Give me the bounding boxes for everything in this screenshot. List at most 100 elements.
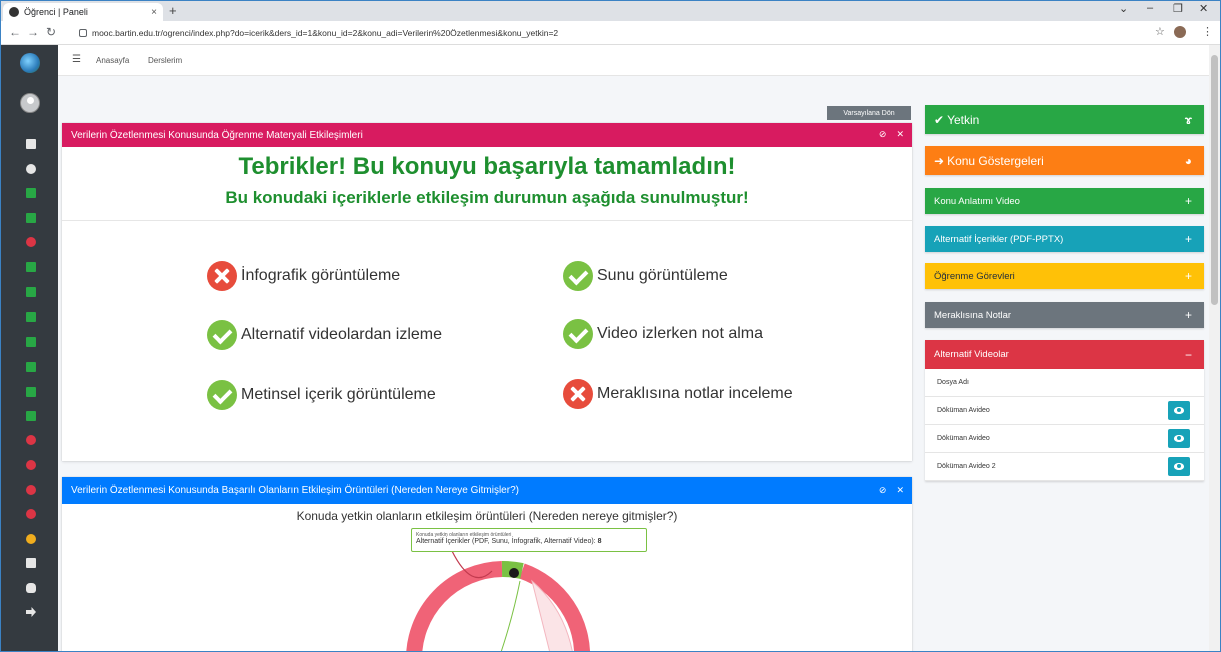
url-text: mooc.bartin.edu.tr/ogrenci/index.php?do=… [92, 27, 559, 38]
panel-label: Yetkin [947, 112, 980, 127]
reload-icon[interactable]: ↻ [46, 25, 56, 39]
user-avatar[interactable] [20, 93, 40, 113]
chart-tooltip: Konuda yetkin olanların etkileşim örüntü… [411, 528, 647, 552]
sidebar-question-icon[interactable] [26, 534, 36, 544]
sidebar-check-icon[interactable] [26, 188, 36, 198]
nav-link-courses[interactable]: Derslerim [148, 56, 182, 65]
new-tab-button[interactable]: + [169, 3, 177, 18]
sidebar-check-icon[interactable] [26, 387, 36, 397]
status-label: İnfografik görüntüleme [241, 267, 401, 284]
list-item: Döküman Avideo [925, 397, 1204, 425]
plus-icon[interactable]: + [1185, 269, 1192, 283]
app-logo[interactable] [20, 53, 40, 73]
cross-icon [563, 379, 593, 409]
tab-title: Öğrenci | Paneli [24, 7, 88, 17]
panel-alt-content[interactable]: Alternatif İçerikler (PDF-PPTX) + [925, 226, 1204, 252]
view-eye-button[interactable] [1168, 429, 1190, 448]
lock-icon [79, 28, 87, 37]
favicon-icon [9, 7, 19, 17]
scrollbar-thumb[interactable] [1211, 55, 1218, 305]
view-eye-button[interactable] [1168, 401, 1190, 420]
column-header: Dosya Adı [937, 379, 969, 386]
file-name: Döküman Avideo 2 [937, 463, 996, 470]
sidebar-bug-icon[interactable] [26, 583, 36, 593]
profile-avatar[interactable] [1174, 26, 1186, 38]
hamburger-menu-icon[interactable]: ☰ [72, 54, 81, 65]
help-icon[interactable]: ⊘ [879, 129, 887, 140]
file-name: Döküman Avideo [937, 407, 990, 414]
list-item: Döküman Avideo [925, 425, 1204, 453]
close-icon[interactable]: ✕ [896, 485, 904, 496]
congrats-subheading: Bu konudaki içeriklerle etkileşim durumu… [225, 188, 749, 207]
chord-arc-red[interactable] [406, 561, 503, 652]
sidebar-id-card-icon[interactable] [26, 558, 36, 568]
gauge-icon: ◕ [1184, 153, 1192, 168]
reset-default-button[interactable]: Varsayılana Dön [827, 106, 911, 120]
window-close-icon[interactable]: ✕ [1199, 2, 1208, 15]
video-list: Dosya Adı Döküman Avideo Döküman Avideo … [925, 369, 1204, 481]
status-label: Video izlerken not alma [597, 325, 764, 342]
chord-diagram[interactable] [392, 551, 592, 652]
plus-icon[interactable]: + [1185, 194, 1192, 208]
sidebar-dashboard-icon[interactable] [26, 164, 36, 174]
restore-icon[interactable]: ❐ [1173, 2, 1183, 15]
panel-label: Konu Anlatımı Video [934, 195, 1020, 207]
back-icon[interactable]: ← [9, 25, 21, 39]
panel-yetkin[interactable]: ✔ Yetkin ɤ [925, 105, 1204, 134]
plus-icon[interactable]: + [1185, 308, 1192, 322]
plus-icon[interactable]: + [1185, 232, 1192, 246]
list-item: Döküman Avideo 2 [925, 453, 1204, 481]
card-title: Verilerin Özetlenmesi Konusunda Öğrenme … [71, 129, 363, 141]
page-scrollbar[interactable] [1209, 45, 1220, 651]
panel-label: Alternatif Videolar [934, 349, 1009, 360]
sidebar-check-icon[interactable] [26, 262, 36, 272]
tab-strip: Öğrenci | Paneli × + ⌄ – ❐ ✕ [1, 1, 1220, 21]
sidebar-check-icon[interactable] [26, 312, 36, 322]
status-label: Alternatif videolardan izleme [241, 326, 442, 343]
sidebar-cross-icon[interactable] [26, 237, 36, 247]
forward-icon[interactable]: → [27, 25, 39, 39]
sidebar-check-icon[interactable] [26, 213, 36, 223]
chord-ribbon-line [500, 580, 521, 651]
sidebar-cross-icon[interactable] [26, 435, 36, 445]
minimize-icon[interactable]: – [1147, 2, 1153, 14]
tab-close-icon[interactable]: × [151, 7, 157, 18]
panel-topic-video[interactable]: Konu Anlatımı Video + [925, 188, 1204, 214]
address-bar: ← → ↻ mooc.bartin.edu.tr/ogrenci/index.p… [1, 21, 1220, 45]
tooltip-line: Alternatif İçerikler (PDF, Sunu, İnfogra… [416, 538, 642, 545]
check-icon [207, 380, 237, 410]
sidebar-cross-icon[interactable] [26, 485, 36, 495]
card-header: Verilerin Özetlenmesi Konusunda Öğrenme … [62, 123, 912, 147]
sidebar-cross-icon[interactable] [26, 460, 36, 470]
sidebar-document-icon[interactable] [26, 139, 36, 149]
top-navbar: ☰ Anasayfa Derslerim [58, 45, 1209, 76]
url-field[interactable]: mooc.bartin.edu.tr/ogrenci/index.php?do=… [79, 24, 1134, 41]
chord-node [509, 568, 519, 578]
view-eye-button[interactable] [1168, 457, 1190, 476]
status-item-presentation: Sunu görüntüleme [563, 261, 728, 291]
sidebar-check-icon[interactable] [26, 287, 36, 297]
sidebar-logout-icon[interactable] [26, 607, 36, 617]
success-patterns-card: Verilerin Özetlenmesi Konusunda Başarılı… [62, 477, 912, 652]
tab-list-chevron-icon[interactable]: ⌄ [1119, 2, 1128, 15]
panel-learning-tasks[interactable]: Öğrenme Görevleri + [925, 263, 1204, 289]
minus-icon[interactable]: − [1185, 348, 1192, 362]
medal-icon: ɤ [1184, 112, 1192, 127]
nav-link-home[interactable]: Anasayfa [96, 56, 129, 65]
sidebar-check-icon[interactable] [26, 411, 36, 421]
browser-menu-icon[interactable]: ⋮ [1202, 25, 1213, 38]
cross-icon [207, 261, 237, 291]
browser-window: Öğrenci | Paneli × + ⌄ – ❐ ✕ ← → ↻ mooc.… [0, 0, 1221, 652]
panel-alt-videos[interactable]: Alternatif Videolar − [925, 340, 1204, 369]
panel-label: Öğrenme Görevleri [934, 270, 1015, 282]
help-icon[interactable]: ⊘ [879, 485, 887, 496]
sidebar-check-icon[interactable] [26, 362, 36, 372]
check-icon [563, 261, 593, 291]
sidebar-cross-icon[interactable] [26, 509, 36, 519]
panel-curious-notes[interactable]: Meraklısına Notlar + [925, 302, 1204, 328]
panel-indicators[interactable]: ➜ Konu Göstergeleri ◕ [925, 146, 1204, 175]
sidebar-check-icon[interactable] [26, 337, 36, 347]
close-icon[interactable]: ✕ [896, 129, 904, 140]
browser-tab[interactable]: Öğrenci | Paneli × [3, 3, 163, 21]
bookmark-star-icon[interactable]: ☆ [1155, 25, 1165, 38]
